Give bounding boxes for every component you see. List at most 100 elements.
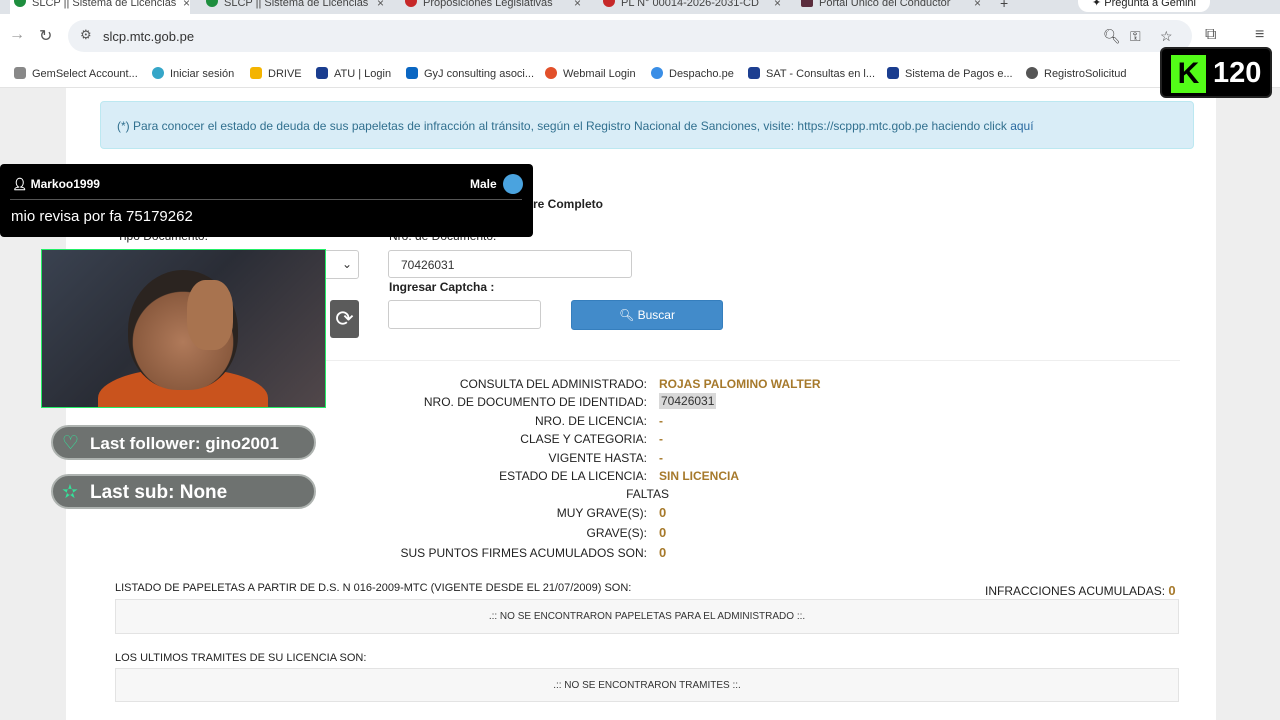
- congress-icon: [603, 0, 615, 7]
- star-icon: ✫: [62, 482, 78, 503]
- bookmark-webmail[interactable]: Webmail Login: [545, 67, 636, 80]
- browser-toolbar: → ↻ ⚙ slcp.mtc.gob.pe 🔍︎ ⚿ ☆ ⧉ ≡: [0, 14, 1280, 58]
- user-icon: 👤︎: [12, 177, 28, 191]
- buscar-label: Buscar: [637, 308, 675, 322]
- result-label: SUS PUNTOS FIRMES ACUMULADOS SON:: [400, 546, 648, 560]
- reload-icon[interactable]: ↻: [39, 26, 52, 46]
- bookmarks-bar: GemSelect Account... Iniciar sesión DRIV…: [0, 58, 1280, 88]
- captcha-input[interactable]: [388, 300, 541, 329]
- chat-message: mio revisa por fa 75179262: [11, 208, 193, 225]
- close-icon[interactable]: ×: [774, 0, 781, 9]
- search-mode-label[interactable]: re Completo: [533, 197, 603, 211]
- chat-gender: Male: [470, 177, 497, 191]
- tramites-title: LOS ULTIMOS TRAMITES DE SU LICENCIA SON:: [115, 652, 367, 664]
- check-icon: [206, 0, 218, 7]
- url-text[interactable]: slcp.mtc.gob.pe: [103, 29, 194, 44]
- tab-slcp-1[interactable]: SLCP || Sistema de Licencias ×: [10, 0, 190, 14]
- refresh-captcha-button[interactable]: ⟳: [330, 300, 359, 338]
- nro-documento-input[interactable]: 70426031: [388, 250, 632, 278]
- bookmark-icon: [152, 67, 164, 79]
- alert-text: (*) Para conocer el estado de deuda de s…: [117, 119, 1011, 133]
- chat-overlay: 👤︎ Markoo1999 Male mio revisa por fa 751…: [0, 164, 533, 237]
- chevron-down-icon: ⌄: [341, 257, 352, 271]
- tramites-empty-message: .:: NO SE ENCONTRARON TRAMITES ::.: [115, 668, 1179, 702]
- alert-link[interactable]: aquí: [1010, 119, 1033, 133]
- zoom-icon[interactable]: 🔍︎: [1103, 28, 1121, 45]
- atu-icon: [316, 67, 328, 79]
- tab-strip: SLCP || Sistema de Licencias × SLCP || Si…: [0, 0, 1280, 14]
- webcam-overlay: [41, 249, 326, 408]
- forward-icon[interactable]: →: [9, 26, 25, 44]
- bookmark-label: Despacho.pe: [669, 68, 734, 80]
- screen: SLCP || Sistema de Licencias × SLCP || Si…: [0, 0, 1280, 720]
- webcam-hand: [187, 280, 233, 350]
- result-value: 70426031: [659, 393, 717, 409]
- close-icon[interactable]: ×: [183, 0, 190, 9]
- bookmark-label: DRIVE: [268, 68, 302, 80]
- result-value: 0: [659, 505, 667, 520]
- bookmark-sat[interactable]: SAT - Consultas en l...: [748, 67, 875, 80]
- close-icon[interactable]: ×: [974, 0, 981, 9]
- close-icon[interactable]: ×: [377, 0, 384, 9]
- bookmark-label: Webmail Login: [563, 68, 636, 80]
- buscar-button[interactable]: 🔍︎ Buscar: [571, 300, 723, 330]
- bookmark-sistema-pagos[interactable]: Sistema de Pagos e...: [887, 67, 1013, 80]
- search-icon: 🔍︎: [619, 308, 635, 322]
- sat-icon: [748, 67, 760, 79]
- result-label: GRAVE(S):: [586, 526, 647, 540]
- check-icon: [14, 0, 26, 7]
- avatar: [503, 174, 523, 194]
- bookmark-label: GemSelect Account...: [32, 68, 138, 80]
- extensions-icon[interactable]: ⧉: [1205, 26, 1216, 44]
- key-icon[interactable]: ⚿: [1130, 28, 1141, 45]
- bookmark-gyj[interactable]: GyJ consulting asoci...: [406, 67, 534, 80]
- tab-proposiciones[interactable]: Proposiciones Legislativas ×: [405, 0, 581, 14]
- tab-portal-conductor[interactable]: Portal Único del Conductor ×: [801, 0, 981, 14]
- bookmark-label: Iniciar sesión: [170, 68, 235, 80]
- plus-icon: +: [1000, 0, 1009, 11]
- gemini-button[interactable]: ✦ Pregunta a Gemini: [1078, 0, 1210, 12]
- divider: [10, 199, 522, 200]
- result-value: ROJAS PALOMINO WALTER: [659, 377, 821, 391]
- bookmark-registro[interactable]: RegistroSolicitud: [1026, 67, 1127, 80]
- tab-label: SLCP || Sistema de Licencias: [224, 0, 369, 9]
- star-icon[interactable]: ☆: [1160, 28, 1173, 45]
- bookmark-gemselect[interactable]: GemSelect Account...: [14, 67, 138, 80]
- linkedin-icon: [406, 67, 418, 79]
- infracciones-summary: INFRACCIONES ACUMULADAS: 0: [985, 583, 1176, 598]
- tab-slcp-2[interactable]: SLCP || Sistema de Licencias ×: [206, 0, 384, 14]
- heart-icon: ♡: [62, 433, 80, 454]
- chat-username: Markoo1999: [30, 177, 100, 191]
- new-tab-button[interactable]: +: [1000, 0, 1014, 14]
- bookmark-drive[interactable]: DRIVE: [250, 67, 302, 80]
- menu-icon[interactable]: ≡: [1255, 26, 1264, 44]
- bookmark-atu[interactable]: ATU | Login: [316, 67, 391, 80]
- close-icon[interactable]: ×: [574, 0, 581, 9]
- bookmark-despacho[interactable]: Despacho.pe: [651, 67, 734, 80]
- tab-label: Portal Único del Conductor: [819, 0, 951, 9]
- despacho-icon: [651, 67, 663, 79]
- last-follower-text: Last follower: gino2001: [90, 434, 279, 453]
- kick-logo-icon: K: [1171, 55, 1206, 93]
- captcha-label: Ingresar Captcha :: [389, 280, 495, 294]
- result-value: 0: [659, 545, 667, 560]
- globe-icon: [1026, 67, 1038, 79]
- drive-icon: [250, 67, 262, 79]
- congress-icon: [405, 0, 417, 7]
- last-follower-pill: ♡ Last follower: gino2001: [51, 425, 316, 460]
- result-value: -: [659, 451, 663, 465]
- papeletas-title: LISTADO DE PAPELETAS A PARTIR DE D.S. N …: [115, 582, 632, 594]
- bookmark-icon: [14, 67, 26, 79]
- refresh-icon: ⟳: [335, 306, 354, 331]
- bookmark-label: RegistroSolicitud: [1044, 68, 1127, 80]
- last-sub-pill: ✫ Last sub: None: [51, 474, 316, 509]
- portal-icon: [801, 0, 813, 7]
- bookmark-iniciar-sesion[interactable]: Iniciar sesión: [152, 67, 234, 80]
- site-info-icon[interactable]: ⚙: [80, 27, 92, 43]
- result-value: 0: [659, 525, 667, 540]
- bookmark-label: ATU | Login: [334, 68, 392, 80]
- tab-pl[interactable]: PL N° 00014-2026-2031-CD ×: [603, 0, 781, 14]
- bookmark-label: Sistema de Pagos e...: [905, 68, 1013, 80]
- address-bar[interactable]: ⚙ slcp.mtc.gob.pe 🔍︎ ⚿ ☆: [68, 20, 1192, 52]
- papeletas-empty-message: .:: NO SE ENCONTRARON PAPELETAS PARA EL …: [115, 599, 1179, 634]
